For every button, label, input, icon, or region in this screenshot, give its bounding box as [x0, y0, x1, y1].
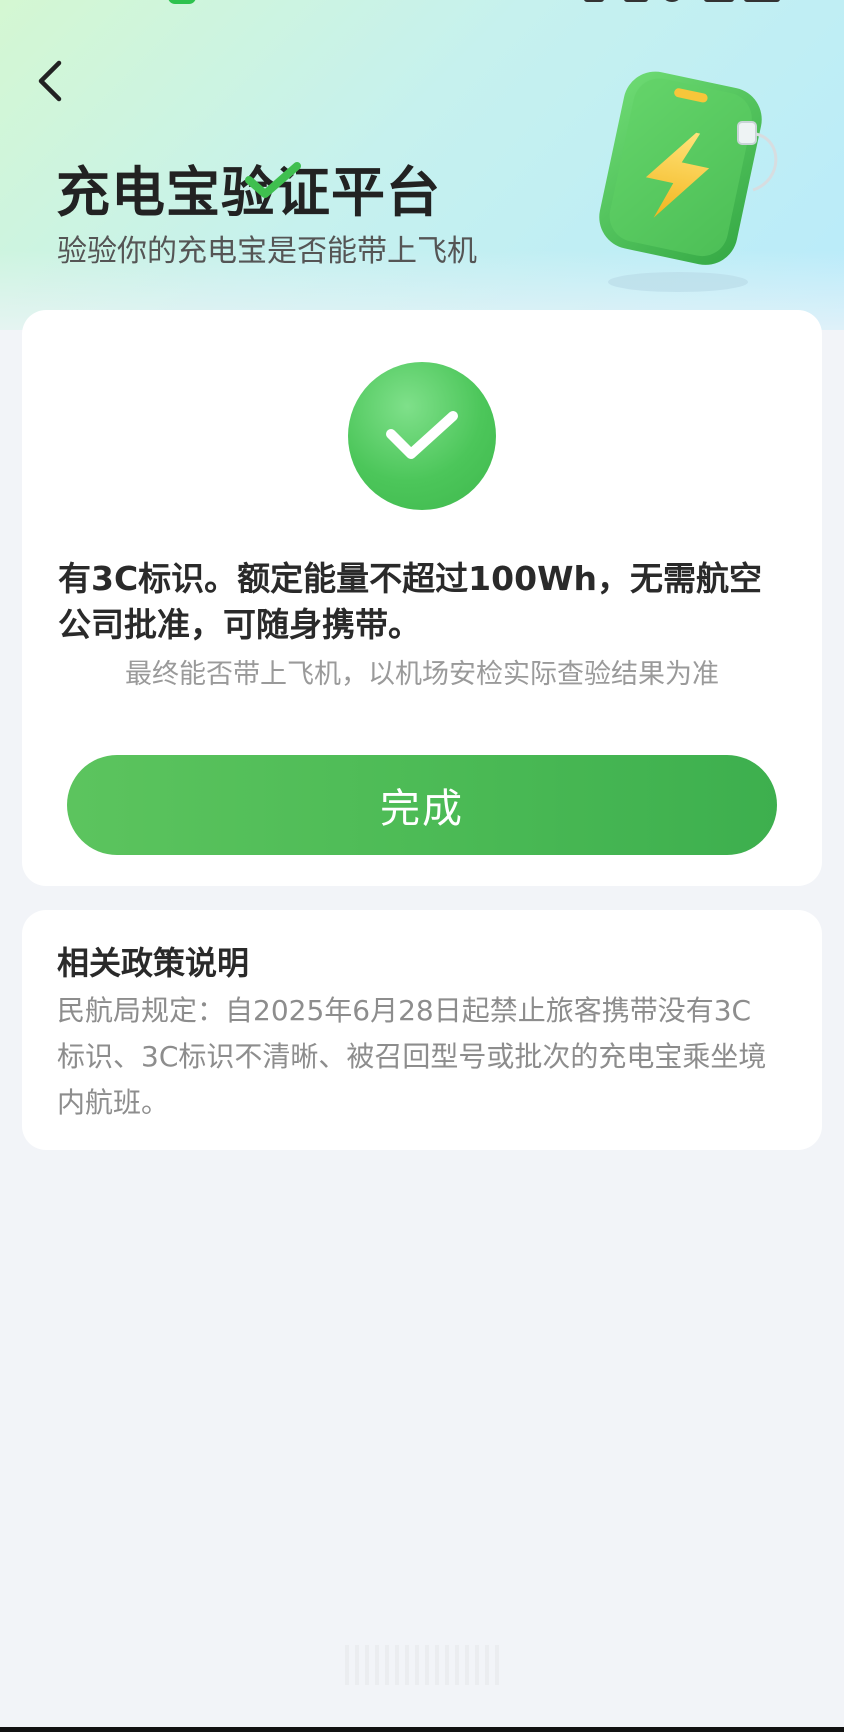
- result-message: 有3C标识。额定能量不超过100Wh，无需航空公司批准，可随身携带。: [58, 559, 762, 644]
- status-icons: [584, 0, 784, 4]
- bottom-edge: [0, 1727, 844, 1732]
- chevron-left-icon: [33, 59, 67, 107]
- check-circle-icon: [348, 362, 496, 510]
- result-note: 最终能否带上飞机，以机场安检实际查验结果为准: [125, 659, 719, 690]
- powerbank-icon: [578, 60, 788, 300]
- done-button[interactable]: 完成: [67, 755, 777, 855]
- back-button[interactable]: [28, 58, 72, 108]
- policy-title: 相关政策说明: [57, 944, 250, 982]
- page: 充电宝验证平台 验验你的充电宝是否能带上飞机 有3C标识。额定能量不超过100W…: [0, 0, 844, 1732]
- page-subtitle: 验验你的充电宝是否能带上飞机: [57, 234, 477, 269]
- status-bar: [0, 0, 844, 14]
- title-check-icon: [243, 160, 301, 202]
- status-indicator: [168, 0, 196, 4]
- policy-body: 民航局规定：自2025年6月28日起禁止旅客携带没有3C标识、3C标识不清晰、被…: [57, 994, 767, 1119]
- home-indicator: [345, 1645, 499, 1685]
